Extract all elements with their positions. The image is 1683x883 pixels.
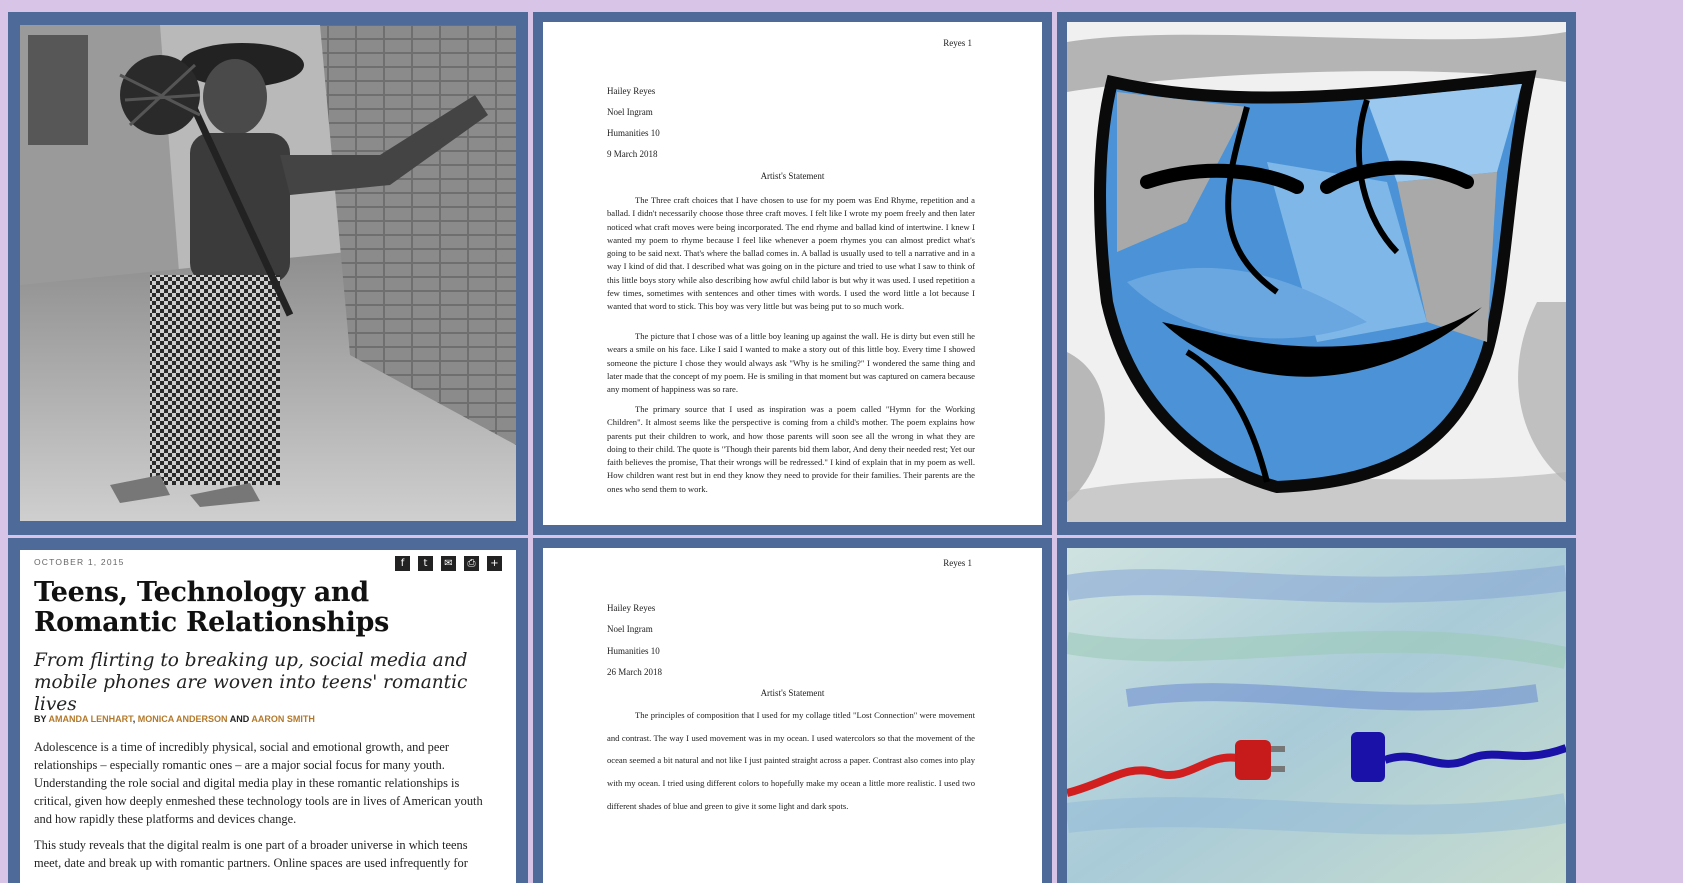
author-link[interactable]: AMANDA LENHART — [49, 714, 133, 724]
cracked-mask-painting-icon — [1067, 22, 1566, 522]
tile-article[interactable]: OCTOBER 1, 2015 f t ✉ ⎙ + Teens, Technol… — [8, 538, 528, 883]
document-page: Reyes 1 Hailey Reyes Noel Ingram Humanit… — [543, 22, 1042, 525]
author-name: Hailey Reyes — [607, 603, 656, 613]
teacher-name: Noel Ingram — [607, 107, 653, 117]
tile-document-2[interactable]: Reyes 1 Hailey Reyes Noel Ingram Humanit… — [533, 538, 1052, 883]
date-text: 9 March 2018 — [607, 149, 658, 159]
twitter-icon[interactable]: t — [418, 556, 433, 571]
paragraph: The picture that I chose was of a little… — [607, 331, 975, 395]
class-name: Humanities 10 — [607, 646, 660, 656]
document-title: Artist's Statement — [760, 688, 825, 698]
author-link[interactable]: MONICA ANDERSON — [138, 714, 228, 724]
article-card: OCTOBER 1, 2015 f t ✉ ⎙ + Teens, Technol… — [20, 550, 516, 883]
article-paragraph: Adolescence is a time of incredibly phys… — [34, 740, 483, 826]
article-subhead: From flirting to breaking up, social med… — [34, 650, 468, 715]
byline-prefix: BY — [34, 714, 47, 724]
facebook-icon[interactable]: f — [395, 556, 410, 571]
teacher-name: Noel Ingram — [607, 624, 653, 634]
author-name: Hailey Reyes — [607, 86, 656, 96]
plus-icon[interactable]: + — [487, 556, 502, 571]
article-paragraph: This study reveals that the digital real… — [34, 838, 468, 870]
tile-painting-mask[interactable] — [1057, 12, 1576, 535]
tile-photo[interactable] — [8, 12, 528, 535]
document-title: Artist's Statement — [760, 171, 825, 181]
article-headline: Teens, Technology and Romantic Relations… — [34, 577, 390, 638]
print-icon[interactable]: ⎙ — [464, 556, 479, 571]
page-header: Reyes 1 — [943, 558, 972, 568]
unplugged-cords-painting-icon — [1067, 548, 1566, 883]
page-header: Reyes 1 — [943, 38, 972, 48]
share-toolbar: f t ✉ ⎙ + — [395, 556, 502, 571]
article-date: OCTOBER 1, 2015 — [34, 557, 125, 567]
document-page: Reyes 1 Hailey Reyes Noel Ingram Humanit… — [543, 548, 1042, 883]
paragraph: The Three craft choices that I have chos… — [607, 195, 975, 312]
paragraph: The primary source that I used as inspir… — [607, 404, 975, 494]
email-icon[interactable]: ✉ — [441, 556, 456, 571]
chimney-sweep-photo-icon — [20, 25, 516, 521]
author-link[interactable]: AARON SMITH — [251, 714, 315, 724]
class-name: Humanities 10 — [607, 128, 660, 138]
byline: BY AMANDA LENHART, MONICA ANDERSON AND A… — [34, 714, 315, 724]
date-text: 26 March 2018 — [607, 667, 662, 677]
paragraph: The principles of composition that I use… — [607, 710, 975, 811]
byline-separator: AND — [227, 714, 252, 724]
tile-document-1[interactable]: Reyes 1 Hailey Reyes Noel Ingram Humanit… — [533, 12, 1052, 535]
tile-painting-plugs[interactable] — [1057, 538, 1576, 883]
